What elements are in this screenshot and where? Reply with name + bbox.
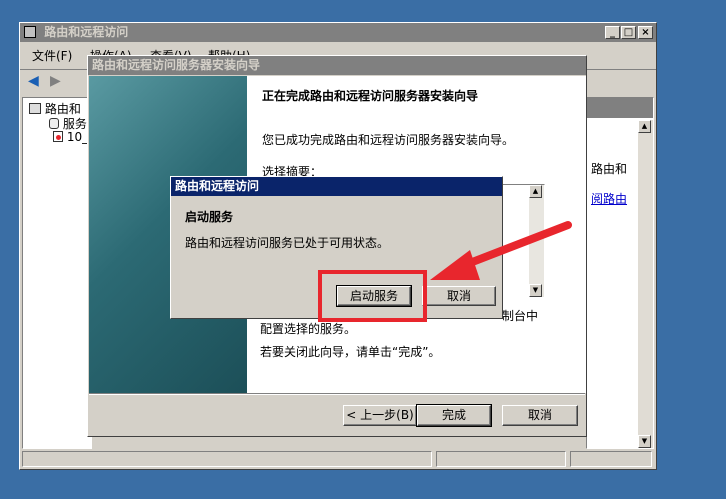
wizard-heading: 正在完成路由和远程访问服务器安装向导	[262, 89, 479, 103]
dialog-title: 路由和远程访问	[175, 179, 260, 193]
back-arrow-icon[interactable]: ◀	[28, 73, 39, 89]
scroll-down-button[interactable]: ▼	[638, 435, 651, 448]
main-title: 路由和远程访问	[44, 25, 129, 39]
wizard-intro: 您已成功完成路由和远程访问服务器安装向导。	[262, 133, 515, 147]
back-button[interactable]: < 上一步(B)	[343, 405, 417, 426]
wizard-line-config: 配置选择的服务。	[260, 322, 357, 336]
dialog-title-bar[interactable]: 路由和远程访问	[171, 177, 502, 196]
status-bar	[22, 451, 654, 467]
app-icon	[24, 26, 36, 38]
finish-button[interactable]: 完成	[416, 404, 492, 427]
database-icon	[49, 118, 59, 129]
dialog-heading: 启动服务	[185, 210, 234, 224]
server-icon	[29, 103, 41, 114]
content-header	[587, 98, 653, 118]
forward-arrow-icon[interactable]: ▶	[50, 73, 61, 89]
wizard-title: 路由和远程访问服务器安装向导	[92, 58, 261, 72]
annotation-arrow-icon	[430, 221, 572, 280]
close-button[interactable]: ×	[638, 26, 653, 39]
tree-pane: 路由和 服务 10_	[22, 97, 92, 449]
wizard-line-close: 若要关闭此向导，请单击“完成”。	[260, 345, 441, 359]
wizard-separator	[89, 393, 585, 395]
wizard-line-partial: 制台中	[502, 309, 539, 323]
summary-scroll-up[interactable]: ▲	[529, 185, 542, 198]
main-title-bar[interactable]: 路由和远程访问 _ □ ×	[20, 23, 656, 42]
maximize-button[interactable]: □	[621, 26, 636, 39]
stopped-server-icon	[53, 131, 63, 142]
wizard-title-bar[interactable]: 路由和远程访问服务器安装向导	[88, 56, 586, 75]
dialog-message: 路由和远程访问服务已处于可用状态。	[185, 236, 390, 250]
content-text-1: 路由和	[591, 162, 628, 176]
menu-file[interactable]: 文件(F)	[32, 47, 72, 65]
tree-item-server-10[interactable]: 10_	[53, 130, 88, 144]
scroll-up-button[interactable]: ▲	[638, 120, 651, 133]
content-scrollbar[interactable]: ▲ ▼	[638, 120, 653, 448]
wizard-cancel-button[interactable]: 取消	[502, 405, 578, 426]
minimize-button[interactable]: _	[605, 26, 620, 39]
